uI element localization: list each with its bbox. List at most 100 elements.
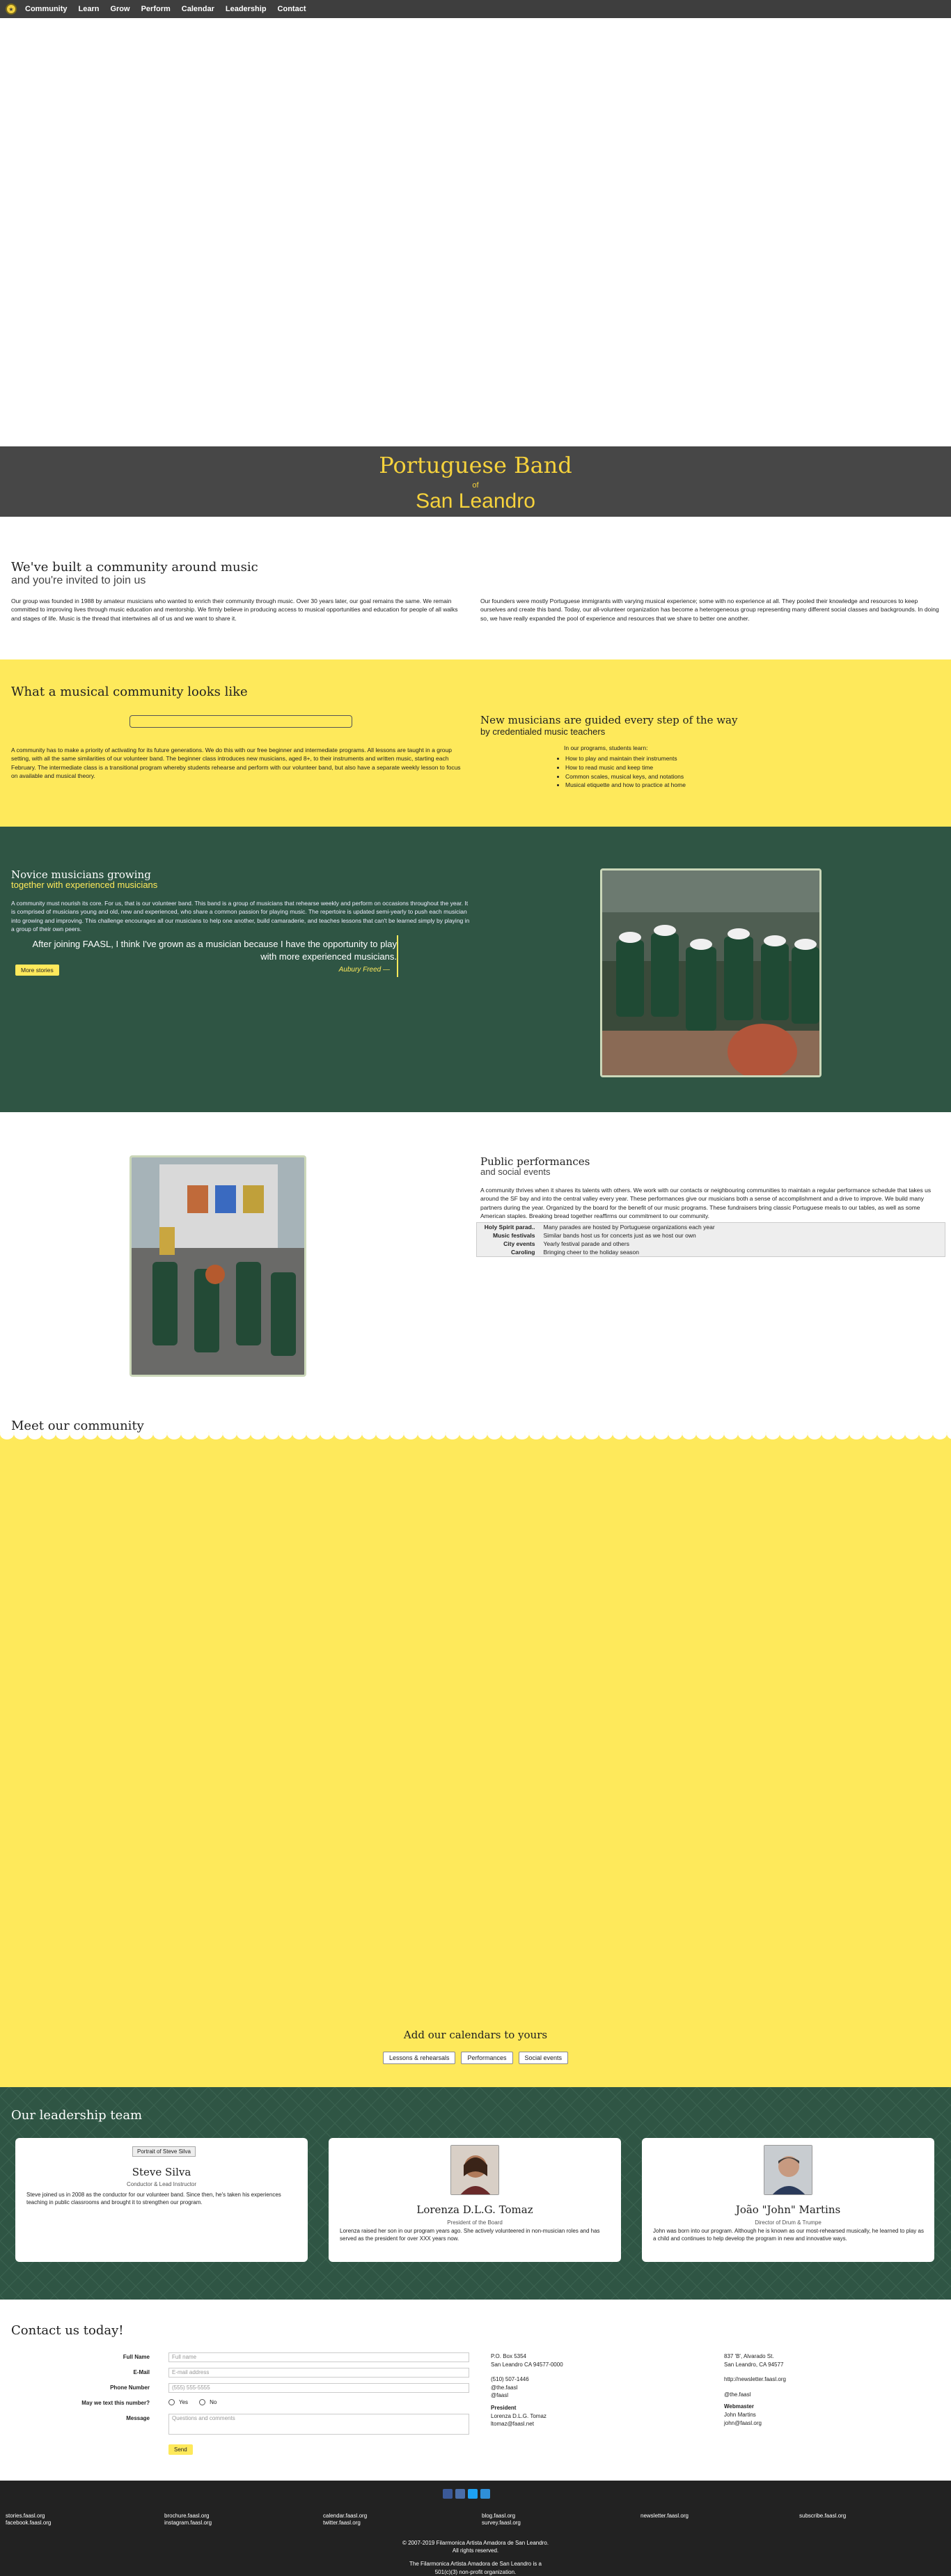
footer-link[interactable]: calendar.faasl.org — [323, 2513, 367, 2520]
musical-paragraph: A community has to make a priority of ac… — [11, 747, 461, 779]
webmaster-name: John Martins — [724, 2411, 756, 2418]
phone-field[interactable]: (555) 555-5555 — [168, 2383, 469, 2393]
leader-card: João "John" Martins Director of Drum & T… — [642, 2138, 934, 2262]
footer-links: blog.faasl.org survey.faasl.org — [482, 2513, 521, 2527]
president-name: Lorenza D.L.G. Tomaz — [491, 2412, 547, 2419]
list-item: How to play and maintain their instrumen… — [565, 754, 686, 763]
table-value: Yearly festival parade and others — [543, 1240, 630, 1247]
nav-grow[interactable]: Grow — [110, 5, 129, 13]
yes-radio[interactable] — [168, 2399, 175, 2406]
footer-link[interactable]: blog.faasl.org — [482, 2513, 521, 2520]
footer-link[interactable]: stories.faasl.org — [6, 2513, 51, 2520]
novice-section: Novice musicians growing together with e… — [0, 827, 951, 1112]
title-banner: Portuguese Band of San Leandro — [0, 446, 951, 517]
table-row: Holy Spirit parad.. Many parades are host… — [477, 1223, 945, 1232]
contact-heading: Contact us today! — [11, 2323, 124, 2338]
list-item: Musical etiquette and how to practice at… — [565, 781, 686, 790]
testimonial-cite: Aubury Freed — — [338, 966, 390, 974]
text-permission-label: May we text this number? — [81, 2400, 150, 2406]
calendar-social-button[interactable]: Social events — [518, 2052, 569, 2064]
footer-link[interactable]: survey.faasl.org — [482, 2520, 521, 2527]
email-icon[interactable] — [480, 2489, 490, 2499]
footer-link[interactable]: twitter.faasl.org — [323, 2520, 367, 2527]
email-label: E-Mail — [133, 2369, 150, 2375]
leader-role: President of the Board — [447, 2219, 503, 2226]
leader-bio: Steve joined us in 2008 as the conductor… — [26, 2192, 281, 2206]
table-key: Caroling — [511, 1249, 535, 1256]
leader-photo — [764, 2145, 812, 2195]
newsletter-link[interactable]: http://newsletter.faasl.org — [724, 2375, 786, 2384]
footer-link[interactable]: instagram.faasl.org — [164, 2520, 212, 2527]
name-field[interactable]: Full name — [168, 2352, 469, 2362]
intro-subheading: and you're invited to join us — [11, 575, 146, 586]
parade-photo — [129, 1155, 306, 1377]
band-logo-icon[interactable]: ★ — [6, 3, 17, 15]
footer-link[interactable]: subscribe.faasl.org — [799, 2513, 846, 2520]
address-line: P.O. Box 5354 — [491, 2353, 526, 2359]
musical-heading: What a musical community looks like — [11, 685, 248, 699]
leader-bio: Lorenza raised her son in our program ye… — [340, 2228, 600, 2242]
table-key: Music festivals — [493, 1232, 535, 1239]
nav-community[interactable]: Community — [25, 5, 68, 13]
table-key: City events — [503, 1240, 535, 1247]
facebook-icon[interactable] — [443, 2489, 453, 2499]
band-photo-image — [602, 871, 819, 1075]
more-stories-button[interactable]: More stories — [15, 965, 59, 976]
no-radio[interactable] — [199, 2399, 206, 2406]
webmaster-label: Webmaster — [724, 2403, 754, 2410]
events-table: Holy Spirit parad.. Many parades are host… — [476, 1222, 945, 1257]
nav-calendar[interactable]: Calendar — [182, 5, 214, 13]
leader-name: João "John" Martins — [735, 2203, 841, 2216]
guided-heading: New musicians are guided every step of t… — [480, 714, 738, 726]
guided-lead: In our programs, students learn: — [564, 744, 648, 751]
calendar-lessons-button[interactable]: Lessons & rehearsals — [382, 2052, 456, 2064]
footer-links: newsletter.faasl.org — [640, 2513, 689, 2520]
nav-learn[interactable]: Learn — [79, 5, 100, 13]
president-email[interactable]: ltomaz@faasl.net — [491, 2420, 563, 2428]
social-handle: @faasl — [491, 2392, 509, 2399]
instagram-icon[interactable] — [455, 2489, 465, 2499]
musical-community-section: What a musical community looks like A co… — [0, 659, 951, 827]
footer-link[interactable]: brochure.faasl.org — [164, 2513, 212, 2520]
testimonial-quote: After joining FAASL, I think I've grown … — [32, 939, 398, 962]
phone-text: (510) 507-1446 — [491, 2376, 529, 2383]
perf-subheading: and social events — [480, 1166, 551, 1177]
intro-heading: We've built a community around music — [11, 560, 258, 575]
leader-role: Conductor & Lead Instructor — [126, 2181, 197, 2187]
calendar-performances-button[interactable]: Performances — [461, 2052, 513, 2064]
president-label: President — [491, 2404, 517, 2411]
copyright-line: 501(c)(3) non-profit organization. — [434, 2568, 517, 2575]
email-field[interactable]: E-mail address — [168, 2368, 469, 2378]
social-handle: @the.faasl — [491, 2384, 518, 2391]
message-field[interactable]: Questions and comments — [168, 2414, 469, 2435]
footer-link[interactable]: newsletter.faasl.org — [640, 2513, 689, 2520]
leader-bio: John was born into our program. Although… — [653, 2228, 924, 2242]
avatar — [451, 2146, 498, 2194]
copyright: © 2007-2019 Filarmonica Artista Amadora … — [0, 2539, 951, 2576]
guided-subheading: by credentialed music teachers — [480, 726, 606, 737]
nav-perform[interactable]: Perform — [141, 5, 171, 13]
video-frame[interactable] — [129, 715, 352, 728]
address-line: 837 'B', Alvarado St. — [724, 2353, 774, 2359]
leadership-heading: Our leadership team — [11, 2108, 143, 2123]
mailing-info: P.O. Box 5354 San Leandro CA 94577-0000 … — [491, 2352, 563, 2428]
footer-link[interactable]: facebook.faasl.org — [6, 2520, 51, 2527]
webmaster-email[interactable]: john@faasl.org — [724, 2419, 786, 2428]
table-key: Holy Spirit parad.. — [484, 1224, 535, 1231]
leadership-section: Our leadership team Portrait of Steve Si… — [0, 2087, 951, 2300]
band-photo — [600, 868, 822, 1077]
no-label: No — [210, 2399, 217, 2405]
perf-paragraph: A community thrives when it shares its t… — [480, 1187, 932, 1219]
leader-name: Steve Silva — [132, 2166, 191, 2178]
footer-links: brochure.faasl.org instagram.faasl.org — [164, 2513, 212, 2527]
intro-col1: Our group was founded in 1988 by amateur… — [11, 598, 458, 622]
twitter-icon[interactable] — [468, 2489, 478, 2499]
nav-contact[interactable]: Contact — [278, 5, 306, 13]
message-label: Message — [126, 2415, 150, 2421]
nav-leadership[interactable]: Leadership — [226, 5, 267, 13]
banner-of: of — [472, 481, 479, 490]
send-button[interactable]: Send — [168, 2444, 193, 2455]
wave-divider — [0, 1433, 951, 1444]
street-info: 837 'B', Alvarado St. San Leandro, CA 94… — [724, 2352, 786, 2427]
